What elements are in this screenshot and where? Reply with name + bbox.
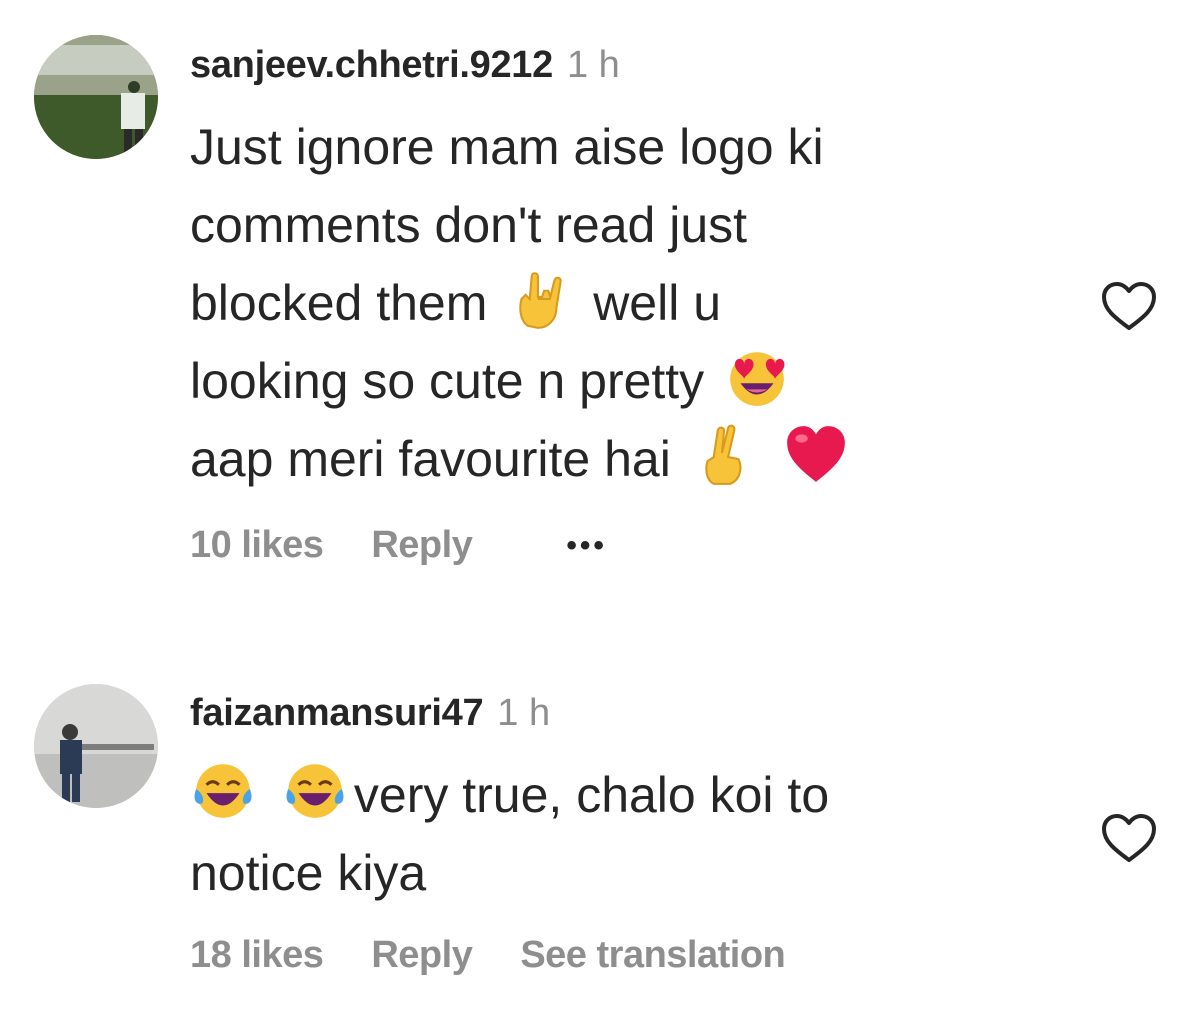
comment-actions: 10 likes Reply ••• bbox=[190, 524, 1010, 567]
comment-line: looking so cute n pretty bbox=[190, 342, 1010, 420]
comment-text: Just ignore mam aise logo ki comments do… bbox=[190, 108, 1010, 498]
timestamp[interactable]: 1 h bbox=[497, 692, 550, 735]
heart-eyes-emoji-icon bbox=[724, 344, 790, 410]
tears-of-joy-emoji-icon bbox=[282, 758, 348, 824]
tears-of-joy-emoji-icon bbox=[190, 758, 256, 824]
comment-line: comments don't read just bbox=[190, 197, 748, 253]
comment-line-text: very true, chalo koi to bbox=[353, 767, 830, 823]
comment-item: faizanmansuri47 1 h very true, chalo koi… bbox=[0, 620, 1200, 1009]
comment-line-text: blocked them bbox=[190, 275, 488, 331]
comment-line-text: looking so cute n pretty bbox=[190, 353, 705, 409]
username-link[interactable]: faizanmansuri47 bbox=[190, 692, 484, 735]
reply-button[interactable]: Reply bbox=[371, 524, 472, 567]
comment-header: faizanmansuri47 1 h bbox=[190, 692, 1010, 752]
avatar[interactable] bbox=[34, 35, 158, 159]
crossed-fingers-emoji-icon bbox=[691, 422, 757, 488]
likes-count-link[interactable]: 10 likes bbox=[190, 524, 324, 567]
rock-on-hand-emoji-icon bbox=[507, 266, 573, 332]
like-heart-icon[interactable] bbox=[1100, 280, 1158, 332]
username-link[interactable]: sanjeev.chhetri.9212 bbox=[190, 44, 553, 87]
comment-body: faizanmansuri47 1 h very true, chalo koi… bbox=[190, 692, 1010, 977]
comment-line: notice kiya bbox=[190, 845, 427, 901]
comment-line: Just ignore mam aise logo ki bbox=[190, 119, 824, 175]
red-heart-emoji-icon bbox=[783, 422, 849, 488]
avatar[interactable] bbox=[34, 684, 158, 808]
comment-text: very true, chalo koi to notice kiya bbox=[190, 756, 1010, 912]
timestamp[interactable]: 1 h bbox=[567, 44, 620, 87]
comment-line: very true, chalo koi to bbox=[190, 756, 1010, 834]
comment-line: aap meri favourite hai bbox=[190, 420, 1010, 498]
likes-count-link[interactable]: 18 likes bbox=[190, 934, 324, 977]
comment-line-text: aap meri favourite hai bbox=[190, 431, 671, 487]
comment-item: sanjeev.chhetri.9212 1 h Just ignore mam… bbox=[0, 0, 1200, 620]
comment-body: sanjeev.chhetri.9212 1 h Just ignore mam… bbox=[190, 44, 1010, 567]
comment-line-text: well u bbox=[593, 275, 722, 331]
more-options-button[interactable]: ••• bbox=[566, 529, 607, 563]
reply-button[interactable]: Reply bbox=[371, 934, 472, 977]
comment-line: blocked them well u bbox=[190, 264, 1010, 342]
comment-header: sanjeev.chhetri.9212 1 h bbox=[190, 44, 1010, 104]
comment-actions: 18 likes Reply See translation bbox=[190, 934, 1010, 977]
like-heart-icon[interactable] bbox=[1100, 812, 1158, 864]
see-translation-button[interactable]: See translation bbox=[520, 934, 785, 977]
